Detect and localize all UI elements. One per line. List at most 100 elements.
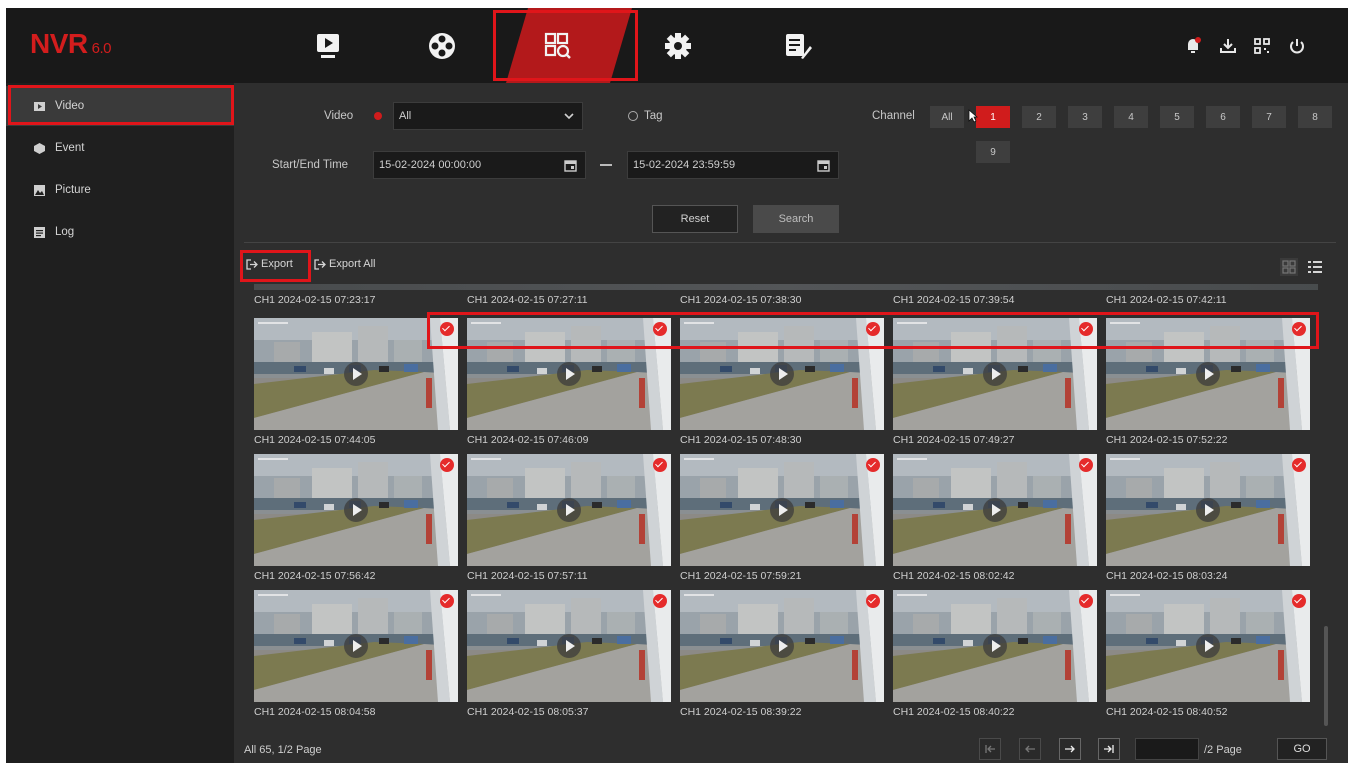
video-thumbnail[interactable] <box>1106 590 1310 702</box>
tag-radio[interactable] <box>628 111 638 121</box>
thumbnail-caption: CH1 2024-02-15 07:23:17 <box>254 294 376 306</box>
thumbnail-caption: CH1 2024-02-15 08:40:52 <box>1106 706 1228 718</box>
sidebar-item-event[interactable]: Event <box>6 128 234 168</box>
play-icon[interactable] <box>770 362 794 386</box>
first-page-icon <box>985 745 995 753</box>
list-view-icon <box>1308 261 1322 273</box>
checkbox-checked-icon[interactable] <box>1079 594 1093 608</box>
playback-tab[interactable] <box>306 8 350 83</box>
picture-icon <box>34 184 45 196</box>
thumbnail-caption: CH1 2024-02-15 08:40:22 <box>893 706 1015 718</box>
video-thumbnail[interactable] <box>254 590 458 702</box>
thumbnail-caption: CH1 2024-02-15 07:39:54 <box>893 294 1015 306</box>
channel-button-all[interactable]: All <box>930 106 964 128</box>
channel-button-8[interactable]: 8 <box>1298 106 1332 128</box>
qr-code-icon[interactable] <box>1252 36 1272 56</box>
video-thumbnail[interactable] <box>680 454 884 566</box>
channel-button-7[interactable]: 7 <box>1252 106 1286 128</box>
next-page-icon <box>1065 745 1075 753</box>
channel-button-3[interactable]: 3 <box>1068 106 1102 128</box>
play-icon[interactable] <box>557 362 581 386</box>
play-icon[interactable] <box>983 634 1007 658</box>
first-page-button[interactable] <box>979 738 1001 760</box>
last-page-icon <box>1104 745 1114 753</box>
last-page-button[interactable] <box>1098 738 1120 760</box>
video-type-label: Video <box>324 110 354 122</box>
play-icon[interactable] <box>983 498 1007 522</box>
play-icon[interactable] <box>770 498 794 522</box>
next-page-button[interactable] <box>1059 738 1081 760</box>
video-thumbnail[interactable] <box>1106 454 1310 566</box>
nvr-app: NVR 6.0 Video Event Picture Log Video Al… <box>6 8 1348 763</box>
play-icon[interactable] <box>557 498 581 522</box>
channel-button-1[interactable]: 1 <box>976 106 1010 128</box>
video-menu-highlight-box <box>8 85 234 125</box>
start-time-value: 15-02-2024 00:00:00 <box>379 159 482 171</box>
thumbnail-caption: CH1 2024-02-15 08:02:42 <box>893 570 1015 582</box>
end-time-input[interactable]: 15-02-2024 23:59:59 <box>627 151 839 179</box>
sidebar-item-log[interactable]: Log <box>6 212 234 252</box>
video-thumbnail[interactable] <box>467 590 671 702</box>
play-icon[interactable] <box>983 362 1007 386</box>
alarm-icon[interactable] <box>1183 36 1203 56</box>
checkbox-checked-icon[interactable] <box>1292 458 1306 472</box>
sidebar-item-label: Log <box>55 226 75 238</box>
video-thumbnail[interactable] <box>467 454 671 566</box>
grid-view-icon <box>1282 260 1296 274</box>
calendar-icon[interactable] <box>817 159 830 172</box>
live-view-tab[interactable] <box>420 8 464 83</box>
video-type-select[interactable]: All <box>393 102 583 130</box>
calendar-icon[interactable] <box>564 159 577 172</box>
thumbnail-caption: CH1 2024-02-15 08:05:37 <box>467 706 589 718</box>
channel-button-5[interactable]: 5 <box>1160 106 1194 128</box>
power-icon[interactable] <box>1287 36 1307 56</box>
channel-button-9[interactable]: 9 <box>976 141 1010 163</box>
page-number-input[interactable] <box>1135 738 1199 760</box>
go-button[interactable]: GO <box>1277 738 1327 760</box>
checkbox-checked-icon[interactable] <box>440 458 454 472</box>
play-icon[interactable] <box>1196 498 1220 522</box>
channel-button-4[interactable]: 4 <box>1114 106 1148 128</box>
reset-button[interactable]: Reset <box>652 205 738 233</box>
grid-view-button[interactable] <box>1280 258 1298 276</box>
channel-button-2[interactable]: 2 <box>1022 106 1056 128</box>
maintenance-tab[interactable] <box>776 8 820 83</box>
checkbox-checked-icon[interactable] <box>1292 594 1306 608</box>
results-summary: All 65, 1/2 Page <box>244 744 322 756</box>
log-icon <box>34 226 45 238</box>
play-icon[interactable] <box>1196 362 1220 386</box>
export-highlight-box <box>240 250 311 282</box>
video-thumbnail[interactable] <box>893 454 1097 566</box>
results-scrollbar[interactable] <box>1324 626 1328 726</box>
play-icon[interactable] <box>344 362 368 386</box>
video-thumbnail[interactable] <box>680 590 884 702</box>
export-all-label: Export All <box>329 258 376 270</box>
sidebar-item-picture[interactable]: Picture <box>6 170 234 210</box>
checkbox-checked-icon[interactable] <box>653 594 667 608</box>
play-icon[interactable] <box>344 498 368 522</box>
checkbox-checked-icon[interactable] <box>440 594 454 608</box>
video-radio[interactable] <box>374 112 382 120</box>
checkbox-checked-icon[interactable] <box>1079 458 1093 472</box>
video-thumbnail[interactable] <box>893 590 1097 702</box>
checkbox-checked-icon[interactable] <box>866 594 880 608</box>
checkbox-checked-icon[interactable] <box>866 458 880 472</box>
download-icon[interactable] <box>1218 36 1238 56</box>
export-all-button[interactable]: Export All <box>314 258 375 270</box>
play-icon[interactable] <box>557 634 581 658</box>
play-icon[interactable] <box>770 634 794 658</box>
play-icon[interactable] <box>1196 634 1220 658</box>
channel-button-6[interactable]: 6 <box>1206 106 1240 128</box>
settings-tab[interactable] <box>656 8 700 83</box>
video-thumbnail[interactable] <box>254 454 458 566</box>
sidebar: Video Event Picture Log <box>6 83 234 763</box>
channel-label: Channel <box>872 110 915 122</box>
list-view-button[interactable] <box>1306 258 1324 276</box>
thumbnail-caption: CH1 2024-02-15 08:03:24 <box>1106 570 1228 582</box>
search-button[interactable]: Search <box>753 205 839 233</box>
play-icon[interactable] <box>344 634 368 658</box>
chevron-down-icon <box>564 113 574 120</box>
checkbox-checked-icon[interactable] <box>653 458 667 472</box>
start-time-input[interactable]: 15-02-2024 00:00:00 <box>373 151 586 179</box>
prev-page-button[interactable] <box>1019 738 1041 760</box>
